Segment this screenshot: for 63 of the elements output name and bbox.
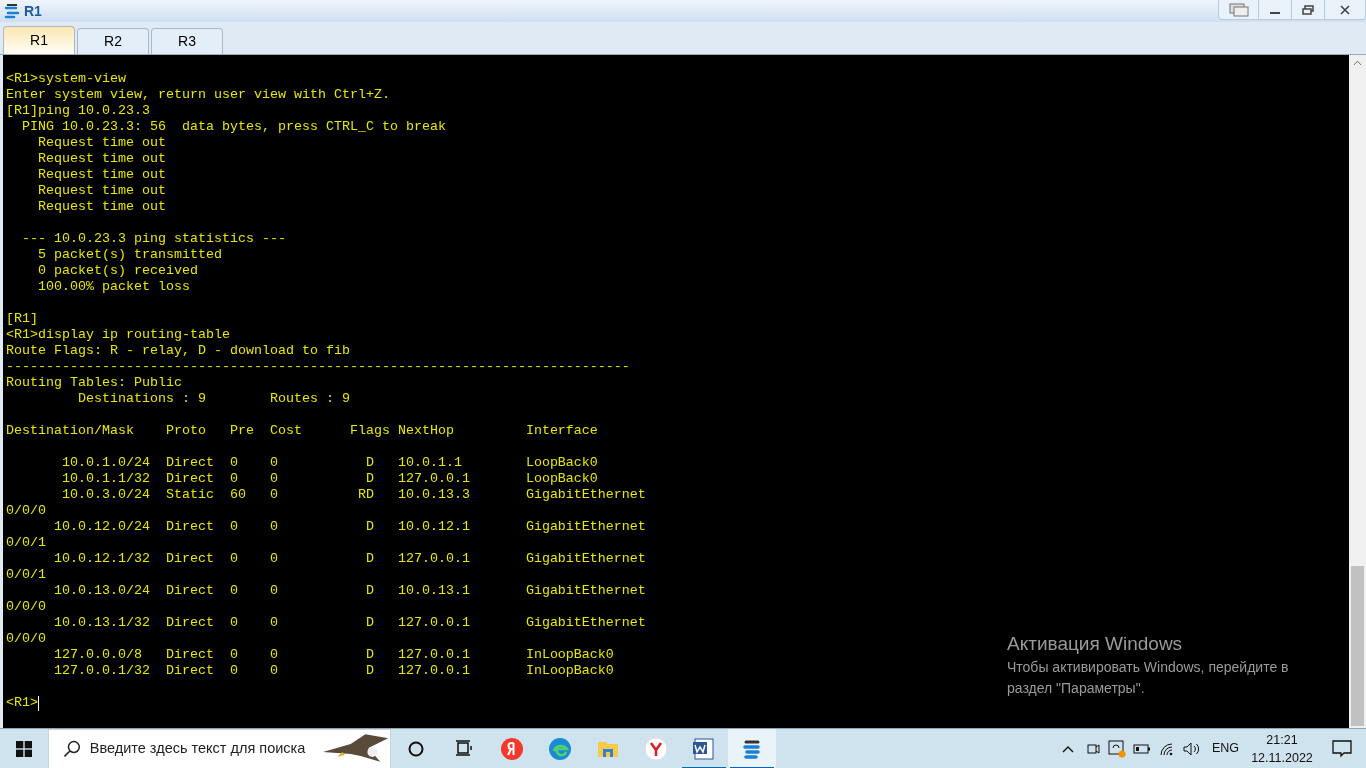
terminal-line: 100.00% packet loss [37,279,190,295]
terminal-line: Destination/Mask Proto Pre Cost Flags NextHop Interface [6,423,598,439]
terminal-line: 0/0/0 [6,599,46,615]
tab[interactable]: R2 [77,28,149,54]
terminal-line: Request time out [37,151,166,167]
terminal-line: Request time out [37,167,166,183]
terminal-line: Request time out [37,135,166,151]
activation-message-line: раздел "Параметры". [1007,679,1145,698]
terminal-line: 10.0.12.0/24 Direct 0 0 D 10.0.12.1 GigabitEthernet [53,519,646,535]
terminal-line: 10.0.13.1/32 Direct 0 0 D 127.0.0.1 GigabitEthernet [53,615,646,631]
terminal-line: [R1]ping 10.0.23.3 [6,103,150,119]
terminal-line: PING 10.0.23.3: 56 data bytes, press CTRL_C to break [21,119,446,135]
terminal-line: Request time out [37,199,166,215]
document-w-icon [692,736,716,761]
activation-message-line: Чтобы активировать Windows, перейдите в [1007,658,1289,677]
notification-icon[interactable] [1332,739,1352,758]
terminal-line: [R1] [6,311,38,327]
terminal-line: Routing Tables: Public [6,375,182,391]
terminal-line: 0 packet(s) received [37,263,198,279]
browser-swirl-icon [548,736,572,761]
terminal-line: <R1>system-view [6,71,126,87]
window-title: R1 [24,1,42,21]
windows-logo-icon [16,740,32,757]
terminal-line: Route Flags: R - relay, D - download to fib [6,343,350,359]
tab[interactable]: R1 [3,26,75,54]
search-field[interactable]: Введите здесь текст для поиска [89,737,317,760]
terminal-line: Enter system view, return user view with Ctrl+Z. [6,87,390,103]
terminal-line: --- 10.0.23.3 ping statistics --- [21,231,286,247]
terminal-line: 127.0.0.0/8 Direct 0 0 D 127.0.0.1 InLoopBack0 [53,647,614,663]
terminal-line: Request time out [37,183,166,199]
terminal-line: 127.0.0.1/32 Direct 0 0 D 127.0.0.1 InLoopBack0 [53,663,614,679]
clock[interactable]: 21:21 12.11.2022 [1246,730,1318,767]
y-circle-icon [644,736,668,761]
tab[interactable]: R3 [151,28,223,54]
terminal-line: 10.0.3.0/24 Static 60 0 RD 10.0.13.3 GigabitEthernet [61,487,646,503]
restore-icon [1302,4,1314,15]
terminal-line: 10.0.1.1/32 Direct 0 0 D 127.0.0.1 LoopBack0 [61,471,598,487]
network-icon [3,3,21,19]
terminal-line: 10.0.1.0/24 Direct 0 0 D 10.0.1.1 LoopBack0 [61,455,598,471]
speaker-icon[interactable] [1182,741,1201,756]
terminal-line: 0/0/1 [6,567,46,583]
wifi-icon[interactable] [1158,741,1175,756]
language-indicator[interactable]: ENG [1211,739,1239,758]
terminal-line: 10.0.12.1/32 Direct 0 0 D 127.0.0.1 GigabitEthernet [53,551,646,567]
scrollbar[interactable] [1349,55,1366,728]
terminal-line: 0/0/0 [6,503,46,519]
battery-icon[interactable] [1132,743,1151,754]
search-box[interactable]: Введите здесь текст для поиска [48,728,391,768]
terminal-line: <R1> [6,695,39,711]
close-icon [1339,3,1351,16]
minimize-icon [1270,11,1280,14]
update-icon[interactable] [1107,739,1126,758]
terminal-line: ------------------------------------------------------------------------------ [6,359,630,375]
scrollbar-thumb[interactable] [1351,566,1364,726]
activation-title: Активация Windows [1007,632,1184,656]
search-icon [63,739,81,758]
terminal-line: 10.0.13.0/24 Direct 0 0 D 10.0.13.1 GigabitEthernet [53,583,646,599]
terminal-line: 5 packet(s) transmitted [37,247,222,263]
terminal-line: 0/0/1 [6,535,46,551]
terminal-line: <R1>display ip routing-table [6,327,230,343]
letter-ya-icon [500,736,524,761]
terminal-line: Destinations : 9 Routes : 9 [76,391,350,407]
terminal-line: 0/0/0 [6,631,46,647]
